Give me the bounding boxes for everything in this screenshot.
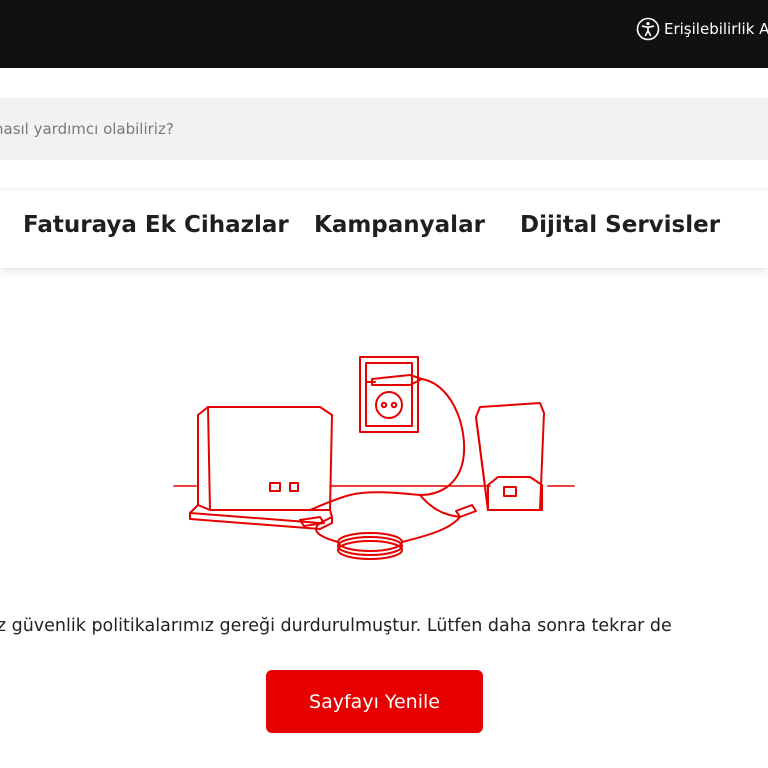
accessibility-link[interactable]: Erişilebilirlik A bbox=[636, 16, 768, 42]
disconnected-devices-illustration bbox=[173, 356, 575, 560]
search-input[interactable]: nasıl yardımcı olabiliriz? bbox=[0, 98, 768, 160]
error-message: iz güvenlik politikalarımız gereği durdu… bbox=[0, 616, 672, 636]
accessibility-label: Erişilebilirlik A bbox=[664, 20, 768, 38]
refresh-page-button[interactable]: Sayfayı Yenile bbox=[266, 670, 483, 733]
accessibility-icon bbox=[636, 17, 660, 41]
search-placeholder: nasıl yardımcı olabiliriz? bbox=[0, 120, 174, 138]
nav-item-faturaya-ek-cihazlar[interactable]: Faturaya Ek Cihazlar bbox=[23, 212, 289, 238]
nav-item-dijital-servisler[interactable]: Dijital Servisler bbox=[520, 212, 720, 238]
nav-item-kampanyalar[interactable]: Kampanyalar bbox=[314, 212, 485, 238]
main-navigation: Faturaya Ek Cihazlar Kampanyalar Dijital… bbox=[0, 190, 768, 268]
top-bar: Erişilebilirlik A bbox=[0, 0, 768, 68]
